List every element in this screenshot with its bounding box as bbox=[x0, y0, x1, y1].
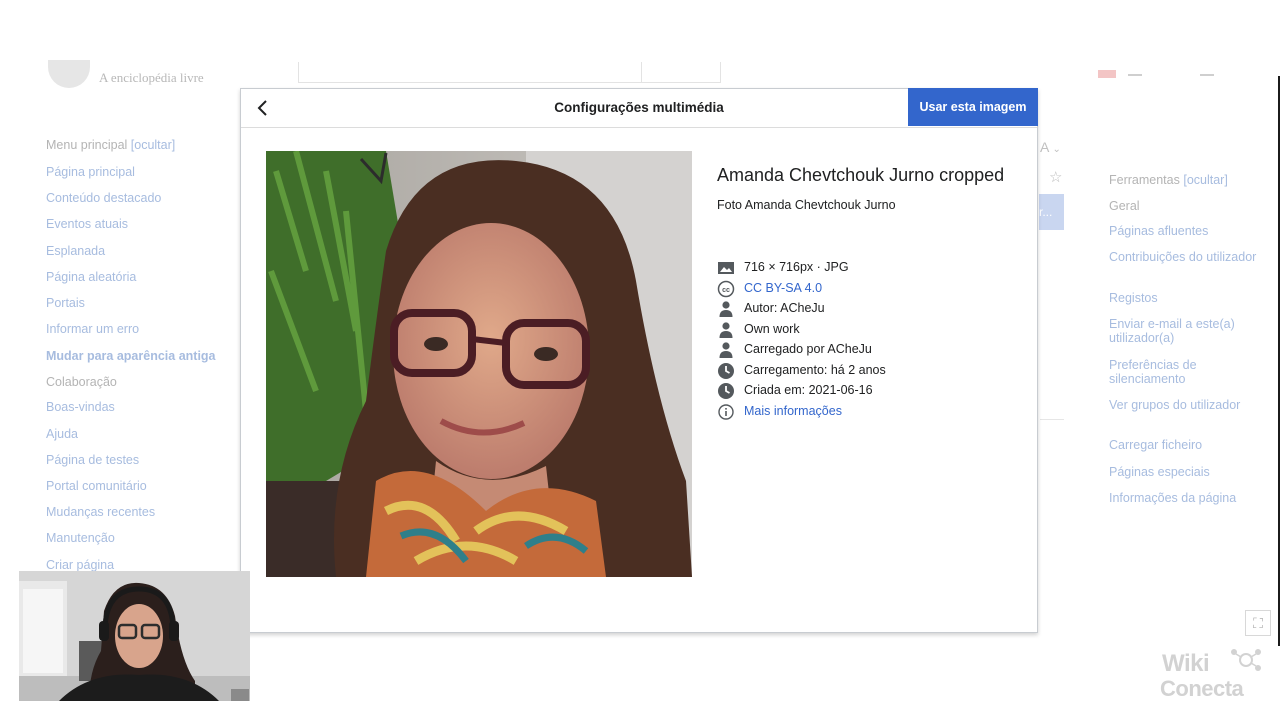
dialog-header: Configurações multimédia Usar esta image… bbox=[241, 88, 1038, 128]
tools-item-preferencias-silenciamento: Preferências de silenciamento bbox=[1109, 358, 1197, 386]
sidebar-item-boas-vindas: Boas-vindas bbox=[46, 400, 115, 414]
meta-license[interactable]: cc CC BY-SA 4.0 bbox=[717, 280, 1017, 298]
notification-icon bbox=[1098, 70, 1116, 78]
sidebar-item-manutencao: Manutenção bbox=[46, 531, 115, 545]
info-icon bbox=[718, 403, 734, 420]
cc-license-icon: cc bbox=[717, 280, 735, 297]
image-icon bbox=[718, 262, 734, 274]
sidebar-item-pagina-principal: Página principal bbox=[46, 165, 135, 179]
meta-created: Criada em: 2021-06-16 bbox=[717, 382, 1017, 400]
user-icon bbox=[719, 342, 733, 358]
meta-source: Own work bbox=[717, 321, 1017, 339]
watch-star-icon: ☆ bbox=[1049, 169, 1063, 186]
meta-author: Autor: ACheJu bbox=[717, 300, 1017, 318]
portrait-photo bbox=[266, 151, 692, 577]
webcam-video bbox=[19, 571, 250, 701]
language-button: A ⌄ bbox=[1040, 139, 1061, 155]
tools-item-informacoes-pagina: Informações da página bbox=[1109, 491, 1237, 505]
image-preview bbox=[266, 151, 692, 577]
sidebar-item-conteudo-destacado: Conteúdo destacado bbox=[46, 191, 162, 205]
user-tools bbox=[1098, 68, 1218, 80]
search-button bbox=[641, 62, 721, 83]
tools-item-carregar-ficheiro: Carregar ficheiro bbox=[1109, 438, 1203, 452]
meta-uploader-text: Carregado por ACheJu bbox=[744, 342, 872, 356]
edit-button: r... bbox=[1039, 194, 1064, 230]
meta-upload-time: Carregamento: há 2 anos bbox=[717, 362, 1017, 380]
media-settings-dialog: Configurações multimédia Usar esta image… bbox=[240, 88, 1038, 633]
meta-uploader: Carregado por ACheJu bbox=[717, 341, 1017, 359]
network-icon bbox=[1231, 649, 1261, 671]
sidebar-item-pagina-aleatoria: Página aleatória bbox=[46, 270, 137, 284]
image-info-panel: Amanda Chevtchouk Jurno cropped Foto Ama… bbox=[717, 161, 1017, 420]
main-menu-hide-link: [ocultar] bbox=[130, 138, 176, 152]
clock-icon bbox=[718, 362, 734, 379]
meta-more-info[interactable]: Mais informações bbox=[717, 403, 1017, 421]
divider bbox=[1040, 419, 1064, 420]
sidebar-item-portal-comunitario: Portal comunitário bbox=[46, 479, 147, 493]
wikipedia-logo-icon bbox=[48, 60, 90, 88]
svg-text:cc: cc bbox=[722, 287, 730, 294]
main-menu-heading: Menu principal [ocultar] bbox=[46, 138, 175, 152]
sidebar-item-esplanada: Esplanada bbox=[46, 244, 106, 258]
watermark-line-2: Conecta bbox=[1160, 676, 1244, 701]
sidebar-item-portais: Portais bbox=[46, 296, 85, 310]
sidebar-item-pagina-testes: Página de testes bbox=[46, 453, 140, 467]
menu-dash-icon bbox=[1128, 74, 1142, 76]
license-link[interactable]: CC BY-SA 4.0 bbox=[744, 281, 822, 295]
user-icon bbox=[719, 321, 733, 338]
tools-item-contribuicoes: Contribuições do utilizador bbox=[1109, 250, 1257, 264]
tools-menu-hide-link: [ocultar] bbox=[1183, 173, 1228, 187]
sidebar-item-aparencia-antiga: Mudar para aparência antiga bbox=[46, 349, 216, 363]
use-image-button[interactable]: Usar esta imagem bbox=[908, 88, 1038, 126]
user-icon bbox=[719, 301, 733, 317]
tools-menu-heading: Ferramentas [ocultar] bbox=[1109, 173, 1259, 187]
meta-source-text: Own work bbox=[744, 321, 800, 336]
tools-heading-geral: Geral bbox=[1109, 199, 1140, 213]
webcam-overlay bbox=[19, 571, 250, 701]
sidebar-item-informar-erro: Informar um erro bbox=[46, 322, 140, 336]
more-info-link[interactable]: Mais informações bbox=[744, 404, 842, 418]
tools-item-paginas-especiais: Páginas especiais bbox=[1109, 465, 1210, 479]
tools-item-registos: Registos bbox=[1109, 291, 1158, 305]
meta-dimensions: 716 × 716px · JPG bbox=[717, 259, 1017, 277]
watermark-line-1: Wiki bbox=[1162, 650, 1210, 677]
tools-item-enviar-email: Enviar e-mail a este(a) utilizador(a) bbox=[1109, 317, 1235, 345]
sidebar-item-mudancas-recentes: Mudanças recentes bbox=[46, 505, 156, 519]
sidebar-item-eventos-atuais: Eventos atuais bbox=[46, 217, 128, 231]
meta-author-text: Autor: ACheJu bbox=[744, 301, 825, 315]
menu-dash-icon bbox=[1200, 74, 1214, 76]
tools-item-ver-grupos: Ver grupos do utilizador bbox=[1109, 398, 1241, 412]
tools-menu-heading-label: Ferramentas bbox=[1109, 173, 1180, 187]
meta-created-text: Criada em: 2021-06-16 bbox=[744, 383, 873, 397]
clock-icon bbox=[718, 383, 734, 399]
language-letter: A bbox=[1040, 139, 1049, 155]
sidebar-item-criar-pagina: Criar página bbox=[46, 558, 115, 572]
wikiconecta-watermark: Wiki Conecta bbox=[1160, 649, 1270, 705]
sidebar-item-ajuda: Ajuda bbox=[46, 427, 78, 441]
image-file-name: Amanda Chevtchouk Jurno cropped bbox=[717, 165, 1005, 185]
main-menu-heading-label: Menu principal bbox=[46, 138, 128, 152]
sidebar-heading-colaboracao: Colaboração bbox=[46, 375, 117, 389]
fullscreen-icon[interactable]: ⛶ bbox=[1245, 610, 1271, 636]
meta-upload-time-text: Carregamento: há 2 anos bbox=[744, 362, 886, 377]
search-input bbox=[298, 62, 642, 83]
meta-dimensions-text: 716 × 716px · JPG bbox=[744, 260, 849, 274]
site-tagline: A enciclopédia livre bbox=[99, 70, 204, 85]
image-description: Foto Amanda Chevtchouk Jurno bbox=[717, 198, 896, 212]
tools-item-paginas-afluentes: Páginas afluentes bbox=[1109, 224, 1209, 238]
